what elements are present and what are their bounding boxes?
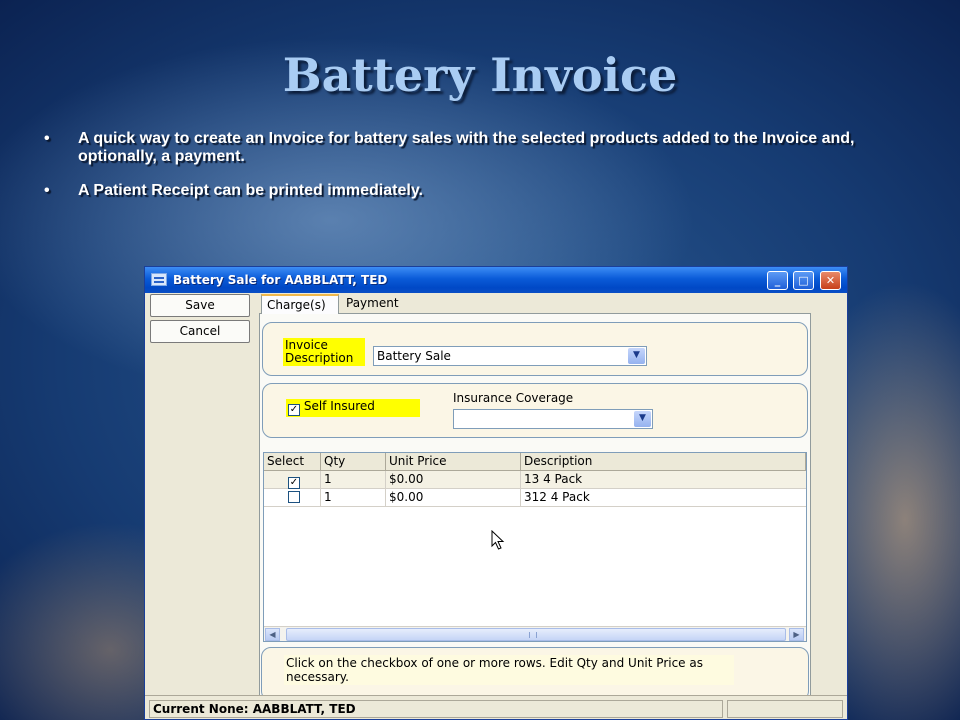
- window-app-icon: [151, 273, 167, 286]
- invoice-description-group: Invoice Description Battery Sale ▼: [262, 322, 808, 376]
- tab-payment[interactable]: Payment: [341, 294, 405, 314]
- maximize-button[interactable]: □: [793, 271, 814, 290]
- status-cell: [727, 700, 843, 718]
- invoice-description-label: Invoice Description: [283, 338, 365, 366]
- checkbox-checked-icon[interactable]: ✓: [288, 477, 300, 489]
- table-row[interactable]: ✓ 1 $0.00 13 4 Pack: [264, 471, 806, 489]
- unit-price-cell[interactable]: $0.00: [386, 471, 521, 489]
- self-insured-checkbox[interactable]: ✓ Self Insured: [286, 399, 420, 417]
- battery-products-grid: Select Qty Unit Price Description ✓ 1 $0…: [263, 452, 807, 642]
- insurance-group: ✓ Self Insured Insurance Coverage ▼: [262, 383, 808, 438]
- unit-price-cell[interactable]: $0.00: [386, 489, 521, 507]
- insurance-coverage-select[interactable]: ▼: [453, 409, 653, 429]
- tab-charges[interactable]: Charge(s): [261, 294, 339, 314]
- column-header-description[interactable]: Description: [521, 453, 806, 471]
- invoice-description-select[interactable]: Battery Sale ▼: [373, 346, 647, 366]
- scroll-left-icon[interactable]: ◀: [265, 628, 280, 641]
- status-bar: Current None: AABBLATT, TED: [145, 695, 847, 719]
- row-select-cell[interactable]: ✓: [264, 471, 321, 489]
- checkbox-unchecked-icon[interactable]: [288, 491, 300, 503]
- battery-sale-window: Battery Sale for AABBLATT, TED _ □ ✕ Sav…: [144, 266, 848, 720]
- hint-text: Click on the checkbox of one or more row…: [284, 655, 734, 685]
- minimize-button[interactable]: _: [767, 271, 788, 290]
- qty-cell[interactable]: 1: [321, 489, 386, 507]
- row-select-cell[interactable]: [264, 489, 321, 507]
- cancel-button[interactable]: Cancel: [150, 320, 250, 343]
- column-header-select[interactable]: Select: [264, 453, 321, 471]
- scrollbar-thumb[interactable]: [286, 628, 786, 641]
- chevron-down-icon[interactable]: ▼: [634, 411, 651, 427]
- description-cell: 13 4 Pack: [524, 472, 583, 486]
- horizontal-scrollbar[interactable]: ◀ ▶: [264, 626, 806, 641]
- qty-cell[interactable]: 1: [321, 471, 386, 489]
- save-button[interactable]: Save: [150, 294, 250, 317]
- grid-header: Select Qty Unit Price Description: [264, 453, 806, 471]
- description-cell: 312 4 Pack: [524, 490, 590, 504]
- window-title: Battery Sale for AABBLATT, TED: [173, 273, 388, 287]
- slide-title: Battery Invoice: [282, 48, 678, 102]
- bullet-item: • A Patient Receipt can be printed immedi…: [44, 182, 423, 199]
- grip-icon: [529, 632, 537, 638]
- bullet-list: • A quick way to create an Invoice for ba…: [44, 130, 924, 216]
- table-row[interactable]: 1 $0.00 312 4 Pack: [264, 489, 806, 507]
- invoice-description-value: Battery Sale: [377, 349, 451, 363]
- checkbox-checked-icon[interactable]: ✓: [288, 404, 300, 416]
- self-insured-label: Self Insured: [303, 399, 375, 413]
- bullet-dot: •: [44, 130, 50, 147]
- status-text: Current None: AABBLATT, TED: [149, 700, 723, 718]
- insurance-coverage-label: Insurance Coverage: [453, 391, 574, 405]
- column-header-qty[interactable]: Qty: [321, 453, 386, 471]
- window-titlebar[interactable]: Battery Sale for AABBLATT, TED _ □ ✕: [145, 267, 847, 293]
- hint-panel: Click on the checkbox of one or more row…: [261, 647, 809, 701]
- close-button[interactable]: ✕: [820, 271, 841, 290]
- chevron-down-icon[interactable]: ▼: [628, 348, 645, 364]
- bullet-item: • A quick way to create an Invoice for ba…: [44, 130, 855, 165]
- scroll-right-icon[interactable]: ▶: [789, 628, 804, 641]
- bullet-dot: •: [44, 182, 50, 199]
- column-header-unit-price[interactable]: Unit Price: [386, 453, 521, 471]
- mouse-pointer-icon: [491, 530, 505, 550]
